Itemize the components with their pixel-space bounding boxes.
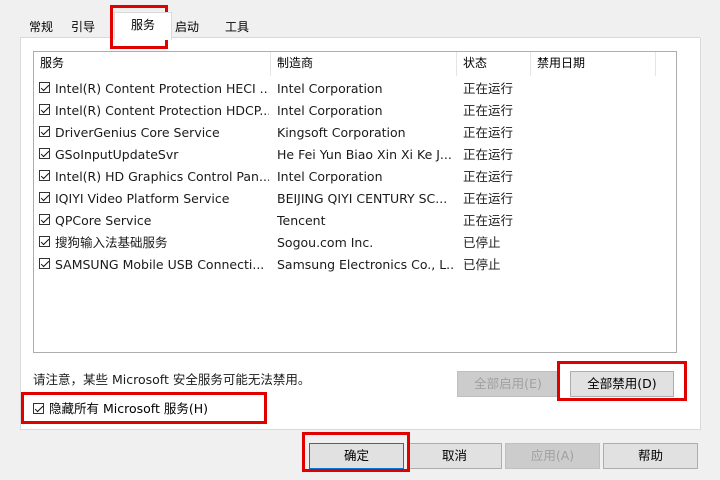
tab-tools[interactable]: 工具: [220, 16, 254, 38]
cancel-button[interactable]: 取消: [407, 443, 502, 469]
table-row[interactable]: Intel(R) Content Protection HECI ... Inte…: [34, 78, 676, 100]
checkbox-checked-icon[interactable]: [39, 170, 50, 181]
checkbox-checked-icon[interactable]: [39, 236, 50, 247]
service-status: 正在运行: [463, 103, 514, 118]
checkbox-checked-icon[interactable]: [39, 148, 50, 159]
tab-services[interactable]: 服务: [114, 12, 172, 40]
ok-button[interactable]: 确定: [309, 443, 404, 469]
checkbox-checked-icon[interactable]: [39, 126, 50, 137]
hide-ms-services-label: 隐藏所有 Microsoft 服务(H): [49, 401, 208, 416]
checkbox-checked-icon[interactable]: [39, 214, 50, 225]
table-row[interactable]: QPCore Service Tencent 正在运行: [34, 210, 676, 232]
service-manufacturer: Tencent: [277, 213, 326, 228]
column-header-manufacturer[interactable]: 制造商: [271, 52, 457, 76]
service-manufacturer: BEIJING QIYI CENTURY SC...: [277, 191, 448, 206]
checkbox-checked-icon[interactable]: [39, 192, 50, 203]
table-row[interactable]: SAMSUNG Mobile USB Connecti... Samsung El…: [34, 254, 676, 276]
service-status: 正在运行: [463, 191, 514, 206]
service-manufacturer: Intel Corporation: [277, 103, 383, 118]
tab-general[interactable]: 常规: [24, 16, 58, 38]
service-manufacturer: Kingsoft Corporation: [277, 125, 406, 140]
service-name: QPCore Service: [55, 213, 152, 228]
service-name: Intel(R) Content Protection HDCP...: [55, 103, 269, 118]
help-button[interactable]: 帮助: [603, 443, 698, 469]
disable-all-button[interactable]: 全部禁用(D): [570, 371, 674, 397]
table-row[interactable]: IQIYI Video Platform Service BEIJING QIYI…: [34, 188, 676, 210]
table-row[interactable]: 搜狗输入法基础服务 Sogou.com Inc. 已停止: [34, 232, 676, 254]
apply-button[interactable]: 应用(A): [505, 443, 600, 469]
service-manufacturer: Sogou.com Inc.: [277, 235, 374, 250]
enable-all-button[interactable]: 全部启用(E): [457, 371, 559, 397]
service-manufacturer: Intel Corporation: [277, 81, 383, 96]
table-row[interactable]: DriverGenius Core Service Kingsoft Corpor…: [34, 122, 676, 144]
checkbox-checked-icon[interactable]: [33, 403, 44, 414]
service-name: SAMSUNG Mobile USB Connecti...: [55, 257, 265, 272]
table-row[interactable]: Intel(R) HD Graphics Control Pan... Intel…: [34, 166, 676, 188]
column-header-status[interactable]: 状态: [457, 52, 531, 76]
service-manufacturer: Samsung Electronics Co., L...: [277, 257, 455, 272]
service-name: Intel(R) HD Graphics Control Pan...: [55, 169, 269, 184]
service-status: 正在运行: [463, 147, 514, 162]
service-status: 正在运行: [463, 213, 514, 228]
service-name: DriverGenius Core Service: [55, 125, 220, 140]
service-status: 正在运行: [463, 125, 514, 140]
service-name: 搜狗输入法基础服务: [55, 235, 168, 250]
list-header: 服务 制造商 状态 禁用日期: [34, 52, 676, 76]
service-status: 已停止: [463, 257, 501, 272]
checkbox-checked-icon[interactable]: [39, 104, 50, 115]
tab-boot[interactable]: 引导: [66, 16, 100, 38]
service-status: 已停止: [463, 235, 501, 250]
table-row[interactable]: GSoInputUpdateSvr He Fei Yun Biao Xin Xi …: [34, 144, 676, 166]
service-status: 正在运行: [463, 81, 514, 96]
tab-startup[interactable]: 启动: [170, 16, 204, 38]
checkbox-checked-icon[interactable]: [39, 82, 50, 93]
checkbox-checked-icon[interactable]: [39, 258, 50, 269]
service-status: 正在运行: [463, 169, 514, 184]
service-name: IQIYI Video Platform Service: [55, 191, 230, 206]
table-row[interactable]: Intel(R) Content Protection HDCP... Intel…: [34, 100, 676, 122]
services-list[interactable]: 服务 制造商 状态 禁用日期 Intel(R) Content Protecti…: [33, 51, 677, 353]
notice-text: 请注意，某些 Microsoft 安全服务可能无法禁用。: [33, 372, 311, 387]
service-name: GSoInputUpdateSvr: [55, 147, 179, 162]
service-manufacturer: He Fei Yun Biao Xin Xi Ke J...: [277, 147, 452, 162]
column-header-service[interactable]: 服务: [34, 52, 271, 76]
column-header-disabled-date[interactable]: 禁用日期: [531, 52, 656, 76]
service-name: Intel(R) Content Protection HECI ...: [55, 81, 269, 96]
service-manufacturer: Intel Corporation: [277, 169, 383, 184]
